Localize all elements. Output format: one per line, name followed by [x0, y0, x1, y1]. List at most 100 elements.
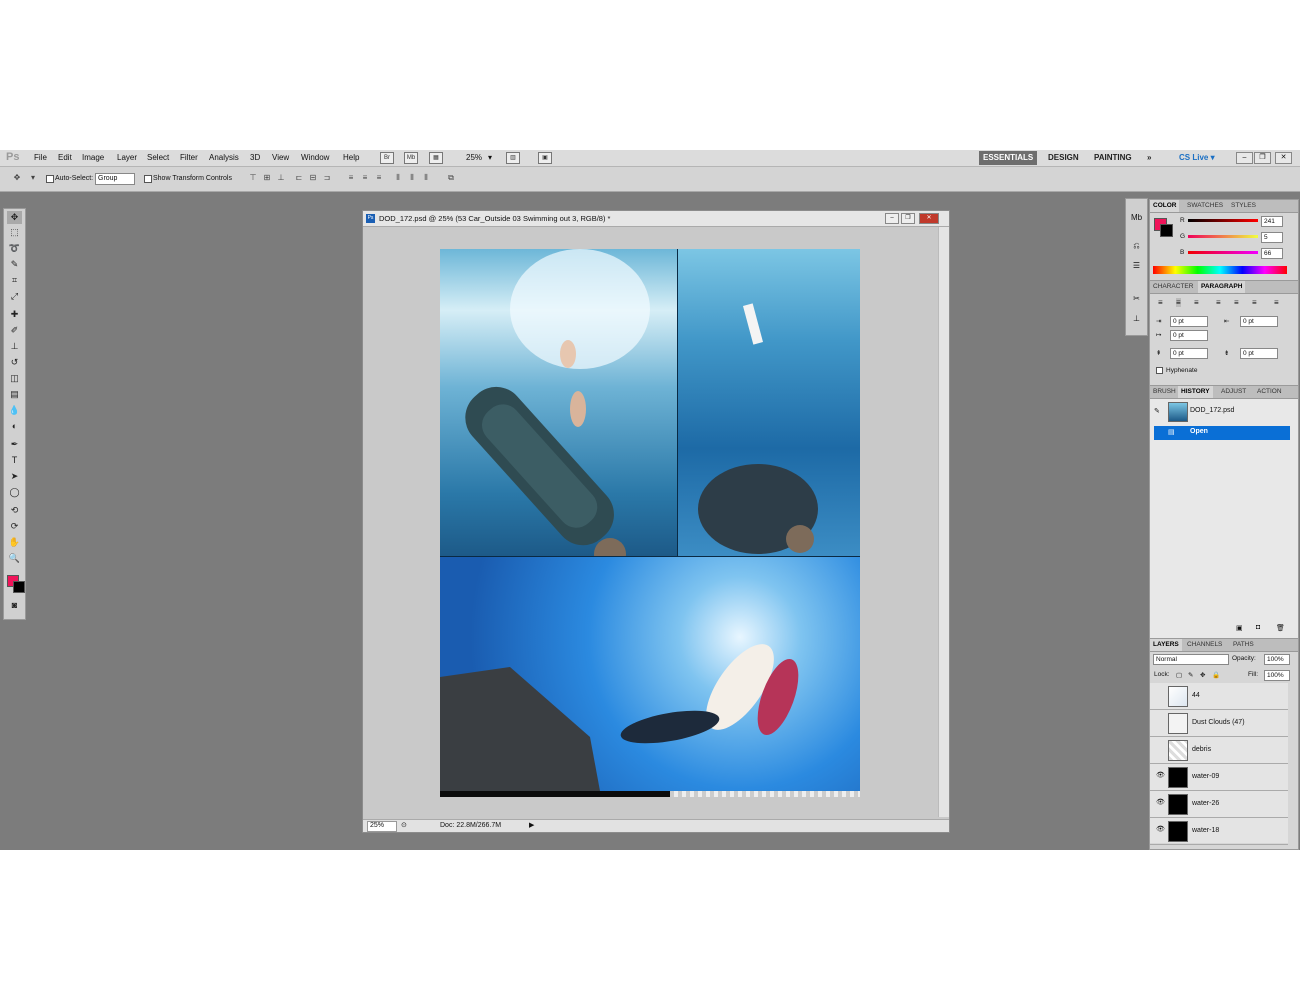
menu-view[interactable]: View: [272, 153, 289, 162]
lock-image-icon[interactable]: ✎: [1188, 671, 1193, 679]
tab-adjustments[interactable]: ADJUST: [1218, 386, 1249, 398]
properties-panel-icon[interactable]: ☰: [1130, 260, 1143, 272]
eye-icon[interactable]: 👁: [1156, 772, 1165, 780]
status-info-icon[interactable]: ⊙: [401, 821, 407, 829]
tab-swatches[interactable]: SWATCHES: [1184, 200, 1226, 212]
auto-select-dropdown[interactable]: Group: [95, 173, 135, 185]
menu-filter[interactable]: Filter: [180, 153, 198, 162]
hyphenate-checkbox[interactable]: [1156, 367, 1163, 374]
justify-left-icon[interactable]: ≡: [1216, 298, 1221, 307]
more-workspaces-button[interactable]: »: [1143, 151, 1155, 165]
quick-mask-icon[interactable]: ◙: [7, 599, 22, 612]
minimize-icon[interactable]: –: [1236, 152, 1253, 164]
mini-bridge-panel-icon[interactable]: Mb: [1130, 212, 1143, 224]
menu-layer[interactable]: Layer: [117, 153, 137, 162]
healing-brush-icon[interactable]: ✚: [7, 308, 22, 321]
tab-styles[interactable]: STYLES: [1228, 200, 1259, 212]
quick-select-tool-icon[interactable]: ✎: [7, 258, 22, 271]
workspace-essentials[interactable]: ESSENTIALS: [979, 151, 1038, 165]
eraser-tool-icon[interactable]: ◫: [7, 372, 22, 385]
blend-mode-dropdown[interactable]: Normal: [1153, 654, 1229, 665]
tab-character[interactable]: CHARACTER: [1150, 281, 1196, 293]
menu-image[interactable]: Image: [82, 153, 104, 162]
layer-row[interactable]: 44: [1150, 683, 1288, 710]
marquee-tool-icon[interactable]: ⬚: [7, 226, 22, 239]
chevron-down-icon[interactable]: ▾: [28, 173, 38, 183]
menu-file[interactable]: File: [34, 153, 47, 162]
align-vcenter-icon[interactable]: ⊞: [262, 173, 272, 183]
eye-icon[interactable]: 👁: [1156, 826, 1165, 834]
menu-3d[interactable]: 3D: [250, 153, 260, 162]
tab-color[interactable]: COLOR: [1150, 200, 1180, 212]
document-title-bar[interactable]: Ps DOD_172.psd @ 25% (53 Car_Outside 03 …: [363, 211, 949, 227]
arrange-documents-icon[interactable]: ▥: [506, 152, 520, 164]
clone-stamp-icon[interactable]: ⊥: [7, 340, 22, 353]
visibility-toggle[interactable]: [1156, 718, 1164, 726]
distribute-top-icon[interactable]: ≡: [346, 173, 356, 183]
justify-center-icon[interactable]: ≡: [1234, 298, 1239, 307]
lasso-tool-icon[interactable]: ➰: [7, 242, 22, 255]
history-snapshot[interactable]: ✎ DOD_172.psd: [1154, 402, 1294, 422]
align-top-icon[interactable]: ⊤: [248, 173, 258, 183]
tab-layers[interactable]: LAYERS: [1150, 639, 1182, 651]
align-center-icon[interactable]: ≡: [1176, 298, 1181, 307]
align-right-icon[interactable]: ⊐: [322, 173, 332, 183]
brush-tool-icon[interactable]: ✐: [7, 324, 22, 337]
workspace-design[interactable]: DESIGN: [1044, 151, 1083, 165]
menu-window[interactable]: Window: [301, 153, 329, 162]
fill-field[interactable]: 100%: [1264, 670, 1290, 681]
align-left-icon[interactable]: ⊏: [294, 173, 304, 183]
menu-help[interactable]: Help: [343, 153, 359, 162]
distribute-right-icon[interactable]: ⦀: [421, 173, 431, 183]
3d-orbit-icon[interactable]: ⟳: [7, 520, 22, 533]
image-canvas[interactable]: [440, 249, 860, 797]
align-left-icon[interactable]: ≡: [1158, 298, 1163, 307]
close-icon[interactable]: ✕: [1275, 152, 1292, 164]
layer-row[interactable]: 👁 water-18: [1150, 818, 1288, 845]
zoom-field[interactable]: 25%: [367, 821, 397, 832]
layer-row[interactable]: 👁 water-09: [1150, 764, 1288, 791]
auto-select-checkbox[interactable]: [46, 175, 54, 183]
restore-icon[interactable]: ❐: [1254, 152, 1271, 164]
new-document-from-state-icon[interactable]: ▣: [1236, 624, 1243, 632]
g-value[interactable]: 5: [1261, 232, 1283, 243]
align-right-icon[interactable]: ≡: [1194, 298, 1199, 307]
cs-live-button[interactable]: CS Live ▾: [1175, 151, 1219, 165]
r-value[interactable]: 241: [1261, 216, 1283, 227]
tab-brush[interactable]: BRUSH: [1150, 386, 1179, 398]
g-slider[interactable]: [1188, 235, 1258, 238]
space-before-field[interactable]: 0 pt: [1170, 348, 1208, 359]
tab-paths[interactable]: PATHS: [1230, 639, 1257, 651]
history-panel-icon[interactable]: ⎌: [1130, 240, 1143, 252]
indent-left-field[interactable]: 0 pt: [1170, 316, 1208, 327]
layer-row[interactable]: debris: [1150, 737, 1288, 764]
menu-edit[interactable]: Edit: [58, 153, 72, 162]
ellipse-tool-icon[interactable]: ◯: [7, 486, 22, 499]
visibility-toggle[interactable]: [1156, 691, 1164, 699]
menu-select[interactable]: Select: [147, 153, 169, 162]
crop-tool-icon[interactable]: ⌗: [7, 274, 22, 287]
distribute-hcenter-icon[interactable]: ⦀: [407, 173, 417, 183]
distribute-bottom-icon[interactable]: ≡: [374, 173, 384, 183]
type-tool-icon[interactable]: T: [7, 454, 22, 467]
screen-mode-icon[interactable]: ▣: [538, 152, 552, 164]
tab-history[interactable]: HISTORY: [1178, 386, 1213, 398]
justify-all-icon[interactable]: ≡: [1274, 298, 1279, 307]
path-select-icon[interactable]: ➤: [7, 470, 22, 483]
move-tool-icon[interactable]: ✥: [7, 211, 22, 224]
tool-presets-icon[interactable]: ✂: [1130, 293, 1143, 305]
clone-source-icon[interactable]: ⊥: [1130, 313, 1143, 325]
3d-rotate-icon[interactable]: ⟲: [7, 504, 22, 517]
menu-analysis[interactable]: Analysis: [209, 153, 239, 162]
justify-right-icon[interactable]: ≡: [1252, 298, 1257, 307]
opacity-field[interactable]: 100%: [1264, 654, 1290, 665]
pen-tool-icon[interactable]: ✒: [7, 438, 22, 451]
indent-first-field[interactable]: 0 pt: [1170, 330, 1208, 341]
color-ramp[interactable]: [1153, 266, 1287, 274]
bg-color-swatch[interactable]: [1160, 224, 1173, 237]
lock-all-icon[interactable]: 🔒: [1212, 671, 1220, 679]
mini-bridge-icon[interactable]: Mb: [404, 152, 418, 164]
dodge-tool-icon[interactable]: ◐: [7, 420, 22, 433]
visibility-toggle[interactable]: [1156, 745, 1164, 753]
trash-icon[interactable]: 🗑: [1276, 624, 1285, 632]
